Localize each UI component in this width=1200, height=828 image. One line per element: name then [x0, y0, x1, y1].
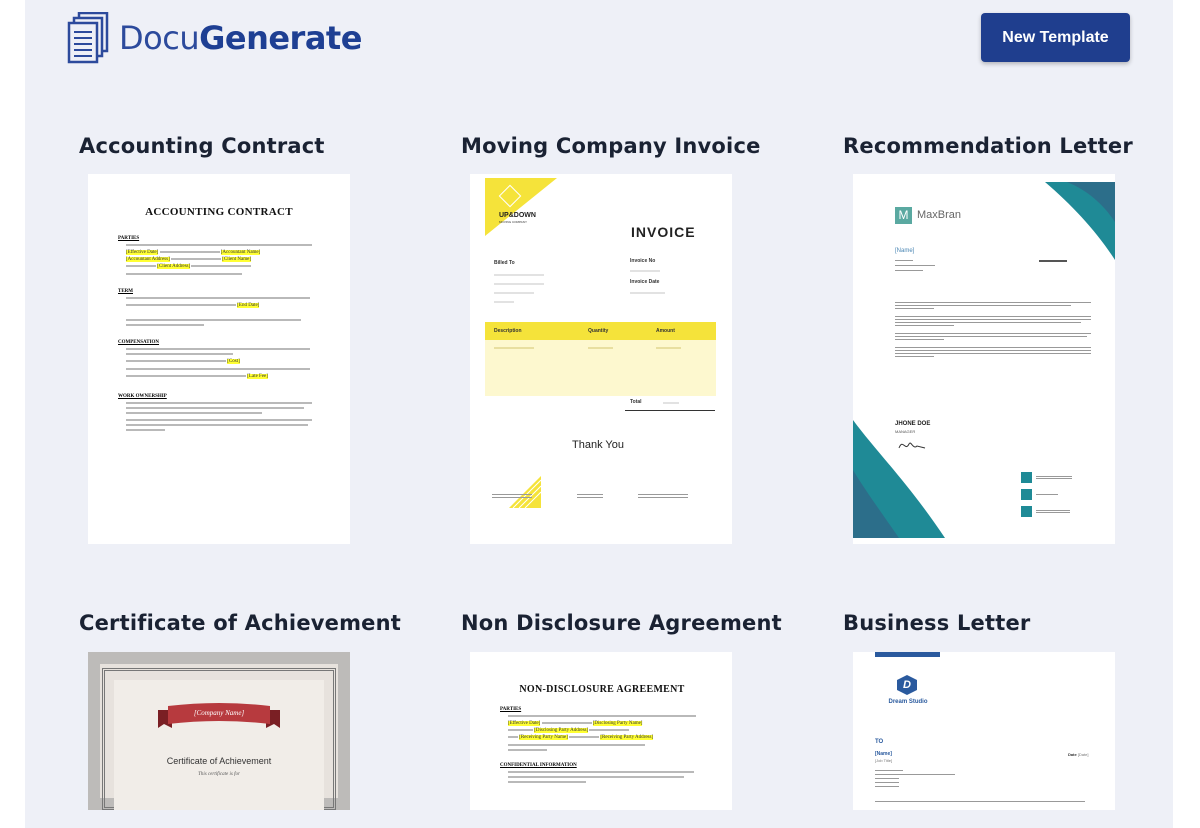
- letter-date-line: [1039, 260, 1067, 262]
- invoice-table-header: Description Quantity Amount: [485, 322, 716, 340]
- invoice-col-quantity: Quantity: [588, 328, 609, 334]
- logo-text-docu: Docu: [119, 19, 200, 57]
- letter-date: Date [Date]: [1068, 752, 1088, 757]
- preview-paragraph: [Effective Date] [Accountant Name] [Acco…: [118, 244, 320, 275]
- logo-wordmark: DocuGenerate: [119, 19, 362, 57]
- preview-field-client-name: [Client Name]: [222, 257, 251, 262]
- invoice-date-label: Invoice Date: [630, 279, 660, 285]
- logo-text-generate: Generate: [199, 19, 362, 57]
- docugenerate-logo[interactable]: DocuGenerate: [67, 12, 362, 64]
- invoice-date-line: [630, 292, 665, 294]
- preview-field-client-address: [Client Address]: [157, 264, 191, 269]
- letter-signer-title: MANAGER: [895, 429, 916, 434]
- preview-field-receiving-party: [Receiving Party Name]: [519, 735, 568, 740]
- template-title-recommendation-letter[interactable]: Recommendation Letter: [843, 134, 1133, 158]
- preview-section-compensation: COMPENSATION: [118, 340, 160, 345]
- preview-paragraph: [Effective Date] [Disclosing Party Name]…: [500, 715, 704, 751]
- dream-studio-logo-icon: D: [897, 675, 917, 695]
- invoice-footer-phone: [577, 492, 603, 500]
- preview-heading: ACCOUNTING CONTRACT: [145, 206, 293, 218]
- invoice-total-label: Total: [630, 399, 642, 405]
- invoice-billed-to: Billed To: [494, 260, 515, 266]
- letter-top-bar: [875, 652, 940, 657]
- invoice-no-line: [630, 270, 660, 272]
- invoice-no-label: Invoice No: [630, 258, 656, 264]
- preview-field-effective-date: [Effective Date]: [508, 721, 541, 726]
- preview-field-accountant-address: [Accountant Address]: [126, 257, 170, 262]
- preview-field-end-date: [End Date]: [237, 303, 260, 308]
- invoice-total-rule: [625, 410, 715, 411]
- certificate-title: Certificate of Achievement: [166, 756, 272, 766]
- letter-address-lines: [895, 258, 935, 274]
- invoice-title: INVOICE: [631, 224, 696, 240]
- invoice-company-name: UP&DOWN: [499, 212, 536, 219]
- signature-icon: [898, 442, 926, 449]
- preview-paragraph: [500, 771, 704, 783]
- maxbran-brand-name: MaxBran: [917, 209, 962, 221]
- certificate-subtitle: This certificate is for: [198, 772, 240, 777]
- preview-field-disclosing-party: [Disclosing Party Name]: [592, 721, 643, 726]
- template-title-non-disclosure-agreement[interactable]: Non Disclosure Agreement: [461, 611, 782, 635]
- letter-body-lines: [895, 300, 1091, 359]
- template-preview-certificate-of-achievement[interactable]: [Company Name] Certificate of Achievemen…: [88, 652, 350, 810]
- letter-job-title: [Job Title]: [875, 758, 893, 763]
- invoice-thank-you: Thank You: [572, 439, 624, 451]
- letter-date-label: Date: [1068, 752, 1077, 757]
- template-preview-business-letter[interactable]: D Dream Studio TO [Name] [Job Title] Dat…: [853, 652, 1115, 810]
- preview-paragraph: [Cost] [Late Fee]: [118, 348, 320, 380]
- preview-section-parties: PARTIES: [500, 707, 522, 712]
- preview-field-late-fee: [Late Fee]: [247, 374, 268, 379]
- letter-contact-block: [1021, 472, 1072, 517]
- invoice-footer-address: [492, 492, 532, 500]
- letter-name-field: [Name]: [875, 751, 892, 757]
- preview-field-cost: [Cost]: [227, 359, 240, 364]
- preview-section-parties: PARTIES: [118, 236, 140, 241]
- page-background: DocuGenerate New Template Accounting Con…: [25, 0, 1173, 828]
- certificate-company-name: [Company Name]: [193, 709, 245, 717]
- invoice-footer-web: [638, 492, 688, 500]
- certificate-paper: [114, 680, 324, 810]
- template-preview-non-disclosure-agreement[interactable]: NON-DISCLOSURE AGREEMENT PARTIES [Effect…: [470, 652, 732, 810]
- letter-name-field: [Name]: [895, 248, 915, 254]
- letter-to-label: TO: [875, 739, 884, 745]
- preview-field-effective-date: [Effective Date]: [126, 250, 159, 255]
- template-preview-accounting-contract[interactable]: ACCOUNTING CONTRACT PARTIES [Effective D…: [88, 174, 350, 544]
- template-title-accounting-contract[interactable]: Accounting Contract: [79, 134, 325, 158]
- dream-studio-brand-name: Dream Studio: [888, 699, 928, 705]
- preview-field-disclosing-address: [Disclosing Party Address]: [534, 728, 589, 733]
- invoice-table-body: [485, 340, 716, 396]
- invoice-billed-lines: [494, 270, 544, 306]
- template-title-business-letter[interactable]: Business Letter: [843, 611, 1030, 635]
- letter-top-wave: [1045, 182, 1115, 260]
- invoice-company-sub: MOVING COMPANY: [499, 220, 527, 224]
- letter-body-line: [875, 801, 1085, 802]
- maxbran-logo-icon: M: [895, 207, 912, 224]
- location-icon: [1021, 506, 1032, 517]
- preview-section-term: TERM: [118, 289, 133, 294]
- document-stack-icon: [67, 12, 109, 64]
- phone-icon: [1021, 489, 1032, 500]
- invoice-col-description: Description: [494, 328, 522, 334]
- new-template-button[interactable]: New Template: [981, 13, 1130, 62]
- preview-field-accountant-name: [Accountant Name]: [220, 250, 261, 255]
- template-preview-recommendation-letter[interactable]: M MaxBran [Name] JHONE DOE MANAGER: [853, 174, 1115, 544]
- preview-section-work-ownership: WORK OWNERSHIP: [118, 394, 167, 399]
- preview-heading: NON-DISCLOSURE AGREEMENT: [519, 684, 685, 695]
- template-title-certificate-of-achievement[interactable]: Certificate of Achievement: [79, 611, 401, 635]
- invoice-col-amount: Amount: [656, 328, 675, 334]
- preview-paragraph: [118, 402, 320, 431]
- letter-address-lines: [875, 768, 955, 790]
- preview-section-confidential: CONFIDENTIAL INFORMATION: [500, 763, 577, 768]
- preview-paragraph: [End Date]: [118, 297, 320, 326]
- letter-signer-name: JHONE DOE: [895, 421, 931, 427]
- template-title-moving-company-invoice[interactable]: Moving Company Invoice: [461, 134, 761, 158]
- template-preview-moving-company-invoice[interactable]: UP&DOWN MOVING COMPANY INVOICE Billed To…: [470, 174, 732, 544]
- preview-field-receiving-address: [Receiving Party Address]: [600, 735, 654, 740]
- web-icon: [1021, 472, 1032, 483]
- invoice-total-line: [663, 402, 679, 404]
- letter-date-value: [Date]: [1077, 752, 1089, 757]
- invoice-corner-shape: [485, 178, 557, 236]
- ribbon-banner-icon: [158, 703, 280, 728]
